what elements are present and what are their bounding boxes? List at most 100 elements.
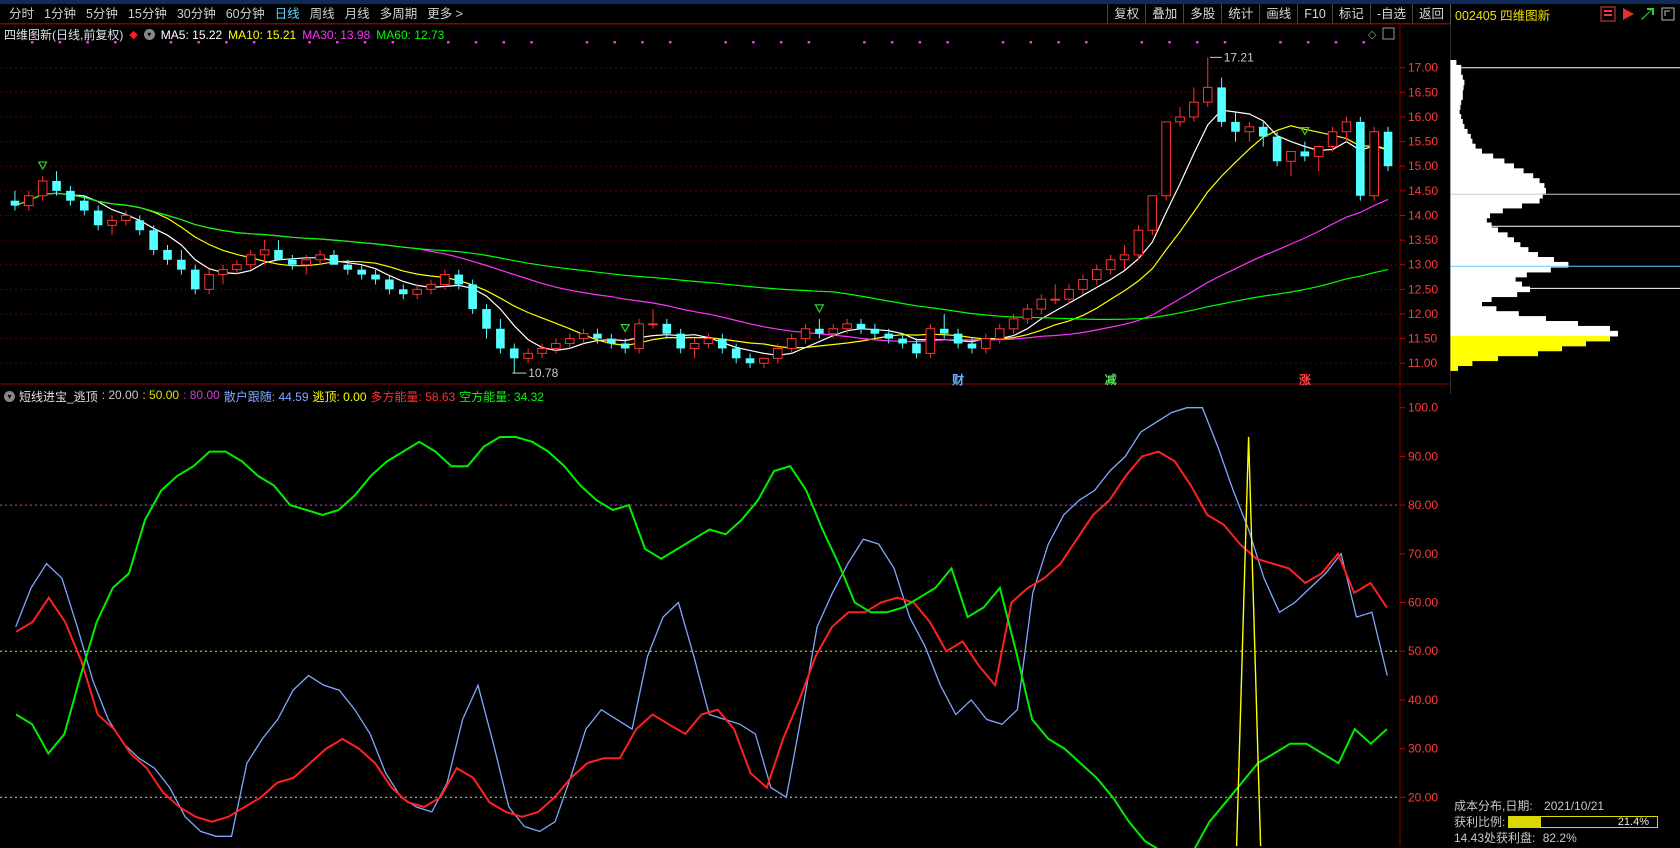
- candle-up: [1175, 116, 1185, 123]
- cost-bar: [1450, 133, 1471, 140]
- sub-grid: [0, 504, 1400, 798]
- sub-tick-label: 20.00: [1408, 790, 1438, 804]
- cost-bar: [1450, 138, 1473, 145]
- candle-down: [731, 348, 741, 359]
- candle-up: [426, 283, 436, 290]
- ma-lines: [14, 109, 1389, 356]
- signal-dot: [807, 41, 811, 44]
- candle-down: [1300, 151, 1310, 157]
- candle-up: [232, 264, 242, 271]
- cost-bar: [1450, 271, 1527, 278]
- cost-bar: [1450, 128, 1468, 135]
- menu-icon[interactable]: [1600, 6, 1616, 22]
- panel-toggle-icon: [1382, 27, 1395, 40]
- sub-tick-label: 50.00: [1408, 644, 1438, 658]
- signal-dot: [918, 41, 922, 44]
- candle-up: [37, 180, 48, 197]
- note-row: 14.43处获利盘: 82.2%: [1450, 830, 1680, 846]
- candle-up: [204, 274, 214, 290]
- candle-down: [898, 338, 907, 344]
- candle-up: [1008, 318, 1019, 330]
- ma-line-MA10: [14, 125, 1389, 349]
- stock-code-name[interactable]: 002405 四维图新: [1455, 5, 1550, 24]
- candle-down: [1383, 131, 1393, 167]
- candle-down: [620, 343, 630, 349]
- cost-info: 成本分布,日期: 2021/10/21 获利比例: 21.4% 14.43处获利…: [1450, 798, 1680, 846]
- main-tick-label: 15.00: [1408, 159, 1438, 173]
- signal-dot: [946, 41, 949, 44]
- cost-bar: [1450, 365, 1458, 371]
- cost-bar: [1450, 188, 1546, 194]
- candle-down: [1231, 121, 1240, 132]
- candle-up: [689, 343, 700, 349]
- low-price-label: 10.78: [528, 366, 558, 380]
- candle-down: [593, 333, 602, 339]
- candle-up: [648, 323, 658, 326]
- candle-up: [551, 343, 561, 349]
- candle-down: [163, 249, 172, 260]
- cost-bar: [1450, 325, 1610, 332]
- cost-bar: [1450, 143, 1476, 150]
- main-tick-label: 14.50: [1408, 184, 1438, 198]
- note-value: 82.2%: [1542, 831, 1577, 845]
- profit-row: 获利比例: 21.4%: [1450, 814, 1680, 830]
- candle-down: [371, 274, 380, 280]
- candle-down: [10, 200, 20, 206]
- candle-up: [218, 269, 228, 276]
- cost-bar: [1450, 296, 1492, 302]
- candle-up: [994, 328, 1005, 340]
- candle-down: [357, 269, 366, 275]
- profit-value: 21.4%: [1617, 816, 1649, 828]
- indicator-line-2: [15, 436, 1388, 848]
- candle-up: [537, 347, 547, 354]
- cost-date-label: 成本分布,日期:: [1454, 799, 1533, 813]
- cost-bar: [1450, 281, 1522, 288]
- signal-dot: [779, 41, 783, 44]
- event-mark-2: 涨: [1299, 372, 1311, 387]
- diamond-icon: ◇: [1368, 29, 1377, 41]
- signal-dot: [1306, 41, 1310, 44]
- candle-down: [870, 328, 880, 334]
- signal-dot: [225, 41, 228, 44]
- candle-up: [1161, 121, 1171, 197]
- chart-canvas[interactable]: 17.21 10.78 财 减 涨 ◇ 17.00 16.50 16.00 15.50 15.00…: [0, 0, 1450, 848]
- arrow-icon[interactable]: [1640, 6, 1656, 22]
- cost-bar: [1450, 94, 1463, 101]
- candle-up: [634, 323, 644, 349]
- cost-bar: [1450, 99, 1462, 105]
- stock-chart-app: 分时 1分钟 5分钟 15分钟 30分钟 60分钟 日线 周线 月线 多周期 更多 > 复权 叠加 多股…: [0, 0, 1680, 848]
- cost-bar: [1450, 232, 1508, 238]
- candle-up: [1189, 101, 1199, 118]
- profit-bar: 21.4%: [1508, 816, 1658, 828]
- play-icon[interactable]: [1620, 6, 1636, 22]
- signal-dot: [1057, 41, 1060, 44]
- side-header: 002405 四维图新: [1450, 4, 1680, 24]
- cost-bar: [1450, 212, 1490, 219]
- cost-date: 2021/10/21: [1544, 799, 1605, 813]
- signal-dot: [1140, 41, 1144, 44]
- cost-bar: [1450, 84, 1464, 91]
- candle-up: [800, 328, 811, 340]
- candle-up: [578, 333, 589, 340]
- ma-line-MA5: [14, 109, 1389, 356]
- cost-bar: [1450, 114, 1462, 120]
- candle-up: [121, 214, 131, 221]
- candle-up: [786, 338, 797, 349]
- cost-bar: [1450, 197, 1540, 204]
- candle-up: [1050, 298, 1060, 301]
- expand-icon[interactable]: [1660, 6, 1676, 22]
- signal-dot: [585, 41, 589, 44]
- main-tick-label: 16.50: [1408, 85, 1438, 99]
- cost-bar: [1450, 104, 1461, 110]
- cost-bar: [1450, 178, 1540, 184]
- main-tick-label: 14.00: [1408, 208, 1438, 222]
- sub-tick-label: 70.00: [1408, 547, 1438, 561]
- cost-bar: [1450, 256, 1554, 263]
- candle-down: [79, 200, 89, 211]
- sub-tick-label: 60.00: [1408, 596, 1438, 610]
- cost-bar: [1450, 153, 1494, 160]
- buy-arrow-icon: [37, 161, 48, 171]
- cost-bar: [1450, 276, 1516, 283]
- indicator-lines: [15, 407, 1388, 848]
- cost-bar: [1450, 124, 1465, 130]
